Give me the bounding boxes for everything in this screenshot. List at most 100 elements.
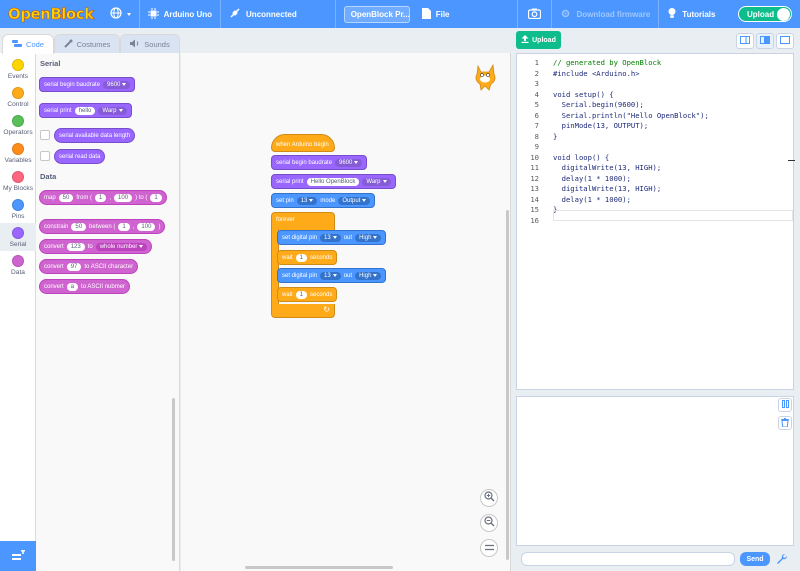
block-digital-write[interactable]: set digital pin 13 out High xyxy=(277,230,387,245)
print-mode-dropdown[interactable]: Warp xyxy=(98,106,127,115)
pin-dropdown[interactable]: 13 xyxy=(320,271,341,280)
print-mode-dropdown[interactable]: Warp xyxy=(362,177,391,186)
line-number: 3 xyxy=(534,79,539,88)
block-convert-ascii-char[interactable]: convert 97 to ASCII character xyxy=(39,259,139,274)
send-button[interactable]: Send xyxy=(740,552,770,566)
layout-small-stage-button[interactable] xyxy=(736,33,754,49)
block-set-pin-mode[interactable]: set pin 13 mode Output xyxy=(271,193,376,208)
block-serial-begin[interactable]: serial begin baudrate 9600 xyxy=(39,77,136,92)
convert-value-input[interactable]: 123 xyxy=(66,242,85,251)
tab-costumes[interactable]: Costumes xyxy=(54,34,120,53)
workspace-vertical-scrollbar[interactable] xyxy=(506,210,509,560)
pin-dropdown[interactable]: 13 xyxy=(320,233,341,242)
block-label: when Arduino begin xyxy=(276,141,329,148)
tab-sounds[interactable]: Sounds xyxy=(120,34,180,53)
category-my-blocks[interactable]: My Blocks xyxy=(0,167,36,195)
block-digital-write[interactable]: set digital pin 13 out High xyxy=(277,268,387,283)
baudrate-dropdown[interactable]: 9600 xyxy=(103,80,131,89)
zoom-out-button[interactable] xyxy=(480,514,498,532)
code-editor[interactable]: 1 // generated by OpenBlock 2 #include <Ard… xyxy=(516,53,795,390)
brush-icon xyxy=(63,39,73,50)
block-convert-ascii-number[interactable]: convert a to ASCII nubmer xyxy=(39,279,131,294)
add-extension-button[interactable] xyxy=(0,541,36,571)
connection-button[interactable]: Unconnected xyxy=(221,0,305,28)
pin-dropdown[interactable]: 13 xyxy=(296,196,318,205)
block-wait[interactable]: wait 1 seconds xyxy=(277,287,338,302)
zoom-reset-button[interactable] xyxy=(480,539,498,557)
project-name-input[interactable]: OpenBlock Pr... xyxy=(343,5,410,23)
category-pins[interactable]: Pins xyxy=(0,195,36,223)
map-to-low-input[interactable]: 1 xyxy=(150,193,162,202)
loop-arrow-icon: ↻ xyxy=(323,305,330,314)
file-menu[interactable]: File xyxy=(414,0,458,28)
mode-dropdown[interactable]: Output xyxy=(338,196,371,205)
map-from-low-input[interactable]: 1 xyxy=(95,193,107,202)
monitor-checkbox[interactable] xyxy=(40,151,50,161)
language-menu[interactable] xyxy=(102,0,139,28)
tutorials-button[interactable]: Tutorials xyxy=(659,0,723,28)
print-value-input[interactable]: hello xyxy=(74,106,96,115)
board-select[interactable]: Arduino Uno xyxy=(140,0,220,28)
code-icon xyxy=(12,40,23,49)
block-convert[interactable]: convert 123 to whole number xyxy=(39,239,153,254)
convert-type-dropdown[interactable]: whole number xyxy=(95,242,148,251)
category-operators[interactable]: Operators xyxy=(0,111,36,139)
wait-seconds-input[interactable]: 1 xyxy=(295,290,308,299)
map-from-high-input[interactable]: 100 xyxy=(114,193,133,202)
dropdown-arrow-icon xyxy=(139,245,144,248)
project-title[interactable]: OpenBlock Pr... xyxy=(336,0,414,28)
block-serial-available[interactable]: serial available data length xyxy=(54,128,136,143)
openblock-logo[interactable]: OpenBlock xyxy=(0,5,102,24)
map-value-input[interactable]: 50 xyxy=(58,193,74,202)
block-constrain[interactable]: constrain 50 between ( 1 , 100 ) xyxy=(39,219,166,234)
workspace-horizontal-scrollbar[interactable] xyxy=(245,566,393,569)
category-serial[interactable]: Serial xyxy=(0,223,36,251)
block-serial-print[interactable]: serial print hello Warp xyxy=(39,103,132,118)
screenshot-button[interactable] xyxy=(518,0,551,28)
level-dropdown[interactable]: High xyxy=(355,233,382,242)
category-events[interactable]: Events xyxy=(0,55,36,83)
block-forever[interactable]: forever xyxy=(271,212,335,230)
print-value-input[interactable]: Hello OpenBlock xyxy=(306,177,360,186)
download-firmware-button[interactable]: Download firmware xyxy=(552,0,658,28)
code-workspace[interactable] xyxy=(181,53,511,571)
wait-seconds-input[interactable]: 1 xyxy=(295,253,308,262)
block-map[interactable]: map 50 from ( 1 , 100 ) to ( 1 xyxy=(39,190,167,205)
block-serial-begin[interactable]: serial begin baudrate 9600 xyxy=(271,155,368,170)
code-line: 2 #include <Arduino.h> xyxy=(517,69,640,80)
level-dropdown[interactable]: High xyxy=(355,271,382,280)
constrain-low-input[interactable]: 1 xyxy=(118,222,130,231)
constrain-value-input[interactable]: 50 xyxy=(71,222,87,231)
category-data[interactable]: Data xyxy=(0,251,36,279)
pause-button[interactable] xyxy=(778,398,792,412)
upload-button[interactable]: Upload xyxy=(516,31,561,49)
layout-split-button[interactable] xyxy=(756,33,774,49)
line-number: 11 xyxy=(530,163,539,172)
connection-status: Unconnected xyxy=(246,9,297,19)
serial-send-input[interactable] xyxy=(521,552,735,566)
line-number: 6 xyxy=(534,110,539,120)
convert-num-input[interactable]: a xyxy=(66,282,79,291)
clear-button[interactable] xyxy=(778,416,792,430)
wrench-icon[interactable] xyxy=(776,553,788,567)
constrain-high-input[interactable]: 100 xyxy=(137,222,156,231)
block-serial-print[interactable]: serial print Hello OpenBlock Warp xyxy=(271,174,396,189)
upload-mode-toggle[interactable]: Upload xyxy=(738,6,792,22)
category-dot xyxy=(12,254,24,267)
monitor-checkbox[interactable] xyxy=(40,130,50,140)
block-wait[interactable]: wait 1 seconds xyxy=(277,250,338,265)
baudrate-dropdown[interactable]: 9600 xyxy=(335,158,363,167)
palette-scrollbar[interactable] xyxy=(172,398,175,561)
overview-ruler-marker xyxy=(788,160,795,161)
zoom-in-button[interactable] xyxy=(480,489,498,507)
block-label: to ASCII character xyxy=(84,263,134,270)
convert-char-input[interactable]: 97 xyxy=(66,262,82,271)
category-control[interactable]: Control xyxy=(0,83,36,111)
block-when-arduino-begin[interactable]: when Arduino begin xyxy=(271,134,335,152)
block-serial-read[interactable]: serial read data xyxy=(54,149,106,164)
tutorials-label: Tutorials xyxy=(682,9,716,19)
category-variables[interactable]: Variables xyxy=(0,139,36,167)
tab-code[interactable]: Code xyxy=(2,34,54,54)
layout-full-button[interactable] xyxy=(776,33,794,49)
